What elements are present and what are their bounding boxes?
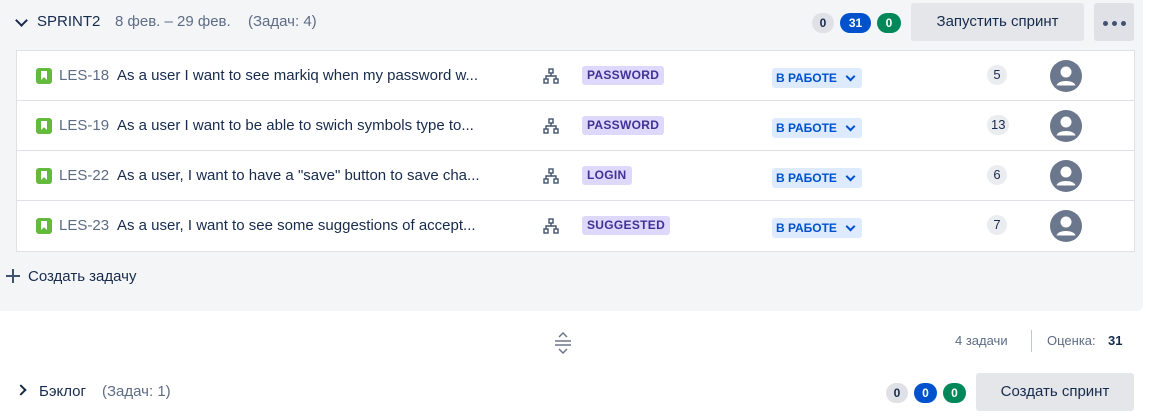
more-actions-button[interactable]: [1094, 3, 1134, 41]
issue-summary[interactable]: As a user I want to see markiq when my p…: [117, 67, 535, 84]
status-dropdown[interactable]: В РАБОТЕ: [772, 118, 862, 138]
footer-divider: [1031, 330, 1032, 352]
avatar-icon[interactable]: [1050, 110, 1082, 142]
status-label: В РАБОТЕ: [776, 171, 837, 185]
create-issue-label: Создать задачу: [28, 268, 137, 285]
status-dropdown[interactable]: В РАБОТЕ: [772, 168, 862, 188]
story-icon: [36, 68, 52, 84]
issue-row[interactable]: LES-22 As a user, I want to have a "save…: [17, 151, 1134, 201]
backlog-inprogress-points-badge: 0: [914, 383, 937, 403]
issue-row[interactable]: LES-23 As a user, I want to see some sug…: [17, 201, 1134, 250]
backlog-todo-points-badge: 0: [886, 383, 908, 403]
epic-label[interactable]: LOGIN: [582, 166, 632, 185]
chevron-down-icon: [845, 171, 856, 182]
issue-key[interactable]: LES-19: [59, 117, 109, 134]
avatar-icon[interactable]: [1050, 60, 1082, 92]
chevron-down-icon: [845, 221, 856, 232]
epic-label[interactable]: PASSWORD: [582, 116, 665, 135]
epic-label[interactable]: SUGGESTED: [582, 216, 671, 235]
hierarchy-icon: [543, 218, 559, 234]
chevron-down-icon: [845, 71, 856, 82]
estimate-value: 31: [1108, 333, 1123, 348]
sprint-inprogress-points-badge: 31: [840, 13, 871, 33]
sprint-issue-count: (Задач: 4): [248, 13, 317, 30]
sprint-panel: SPRINT2 8 фев. – 29 фев. (Задач: 4) 0 31…: [0, 0, 1143, 311]
backlog-done-points-badge: 0: [943, 383, 966, 403]
backlog-issue-count: (Задач: 1): [102, 383, 171, 400]
issue-summary[interactable]: As a user, I want to see some suggestion…: [117, 217, 535, 234]
backlog-name: Бэклог: [39, 383, 86, 400]
status-label: В РАБОТЕ: [776, 71, 837, 85]
story-points-badge[interactable]: 7: [987, 215, 1007, 235]
sprint-dates: 8 фев. – 29 фев.: [115, 13, 231, 30]
chevron-right-icon[interactable]: [15, 384, 27, 396]
epic-label[interactable]: PASSWORD: [582, 66, 665, 85]
estimate-label: Оценка:: [1047, 333, 1096, 348]
create-sprint-button[interactable]: Создать спринт: [976, 373, 1134, 411]
issue-summary[interactable]: As a user I want to be able to swich sym…: [117, 117, 535, 134]
sprint-issue-total: 4 задачи: [955, 333, 1008, 348]
story-icon: [36, 168, 52, 184]
story-points-badge[interactable]: 6: [987, 165, 1007, 185]
start-sprint-button[interactable]: Запустить спринт: [911, 3, 1084, 41]
sprint-done-points-badge: 0: [877, 13, 901, 33]
story-icon: [36, 218, 52, 234]
hierarchy-icon: [543, 118, 559, 134]
status-label: В РАБОТЕ: [776, 221, 837, 235]
sprint-todo-points-badge: 0: [812, 13, 834, 33]
issue-key[interactable]: LES-22: [59, 167, 109, 184]
chevron-down-icon: [845, 121, 856, 132]
status-dropdown[interactable]: В РАБОТЕ: [772, 218, 862, 238]
sprint-issue-list: LES-18 As a user I want to see markiq wh…: [16, 50, 1135, 252]
sprint-name: SPRINT2: [37, 13, 101, 30]
sprint-header[interactable]: SPRINT2 8 фев. – 29 фев. (Задач: 4) 0 31…: [0, 0, 1143, 46]
status-label: В РАБОТЕ: [776, 121, 837, 135]
issue-row[interactable]: LES-18 As a user I want to see markiq wh…: [17, 51, 1134, 101]
avatar-icon[interactable]: [1050, 210, 1082, 242]
story-points-badge[interactable]: 13: [987, 115, 1010, 135]
issue-key[interactable]: LES-18: [59, 67, 109, 84]
avatar-icon[interactable]: [1050, 160, 1082, 192]
status-dropdown[interactable]: В РАБОТЕ: [772, 68, 862, 88]
hierarchy-icon: [543, 68, 559, 84]
issue-row[interactable]: LES-19 As a user I want to be able to sw…: [17, 101, 1134, 151]
story-icon: [36, 118, 52, 134]
story-points-badge[interactable]: 5: [987, 65, 1007, 85]
issue-key[interactable]: LES-23: [59, 217, 109, 234]
resize-handle-icon[interactable]: [553, 332, 573, 354]
chevron-down-icon[interactable]: [15, 14, 28, 27]
issue-summary[interactable]: As a user, I want to have a "save" butto…: [117, 167, 535, 184]
hierarchy-icon: [543, 168, 559, 184]
plus-icon: [6, 269, 20, 283]
